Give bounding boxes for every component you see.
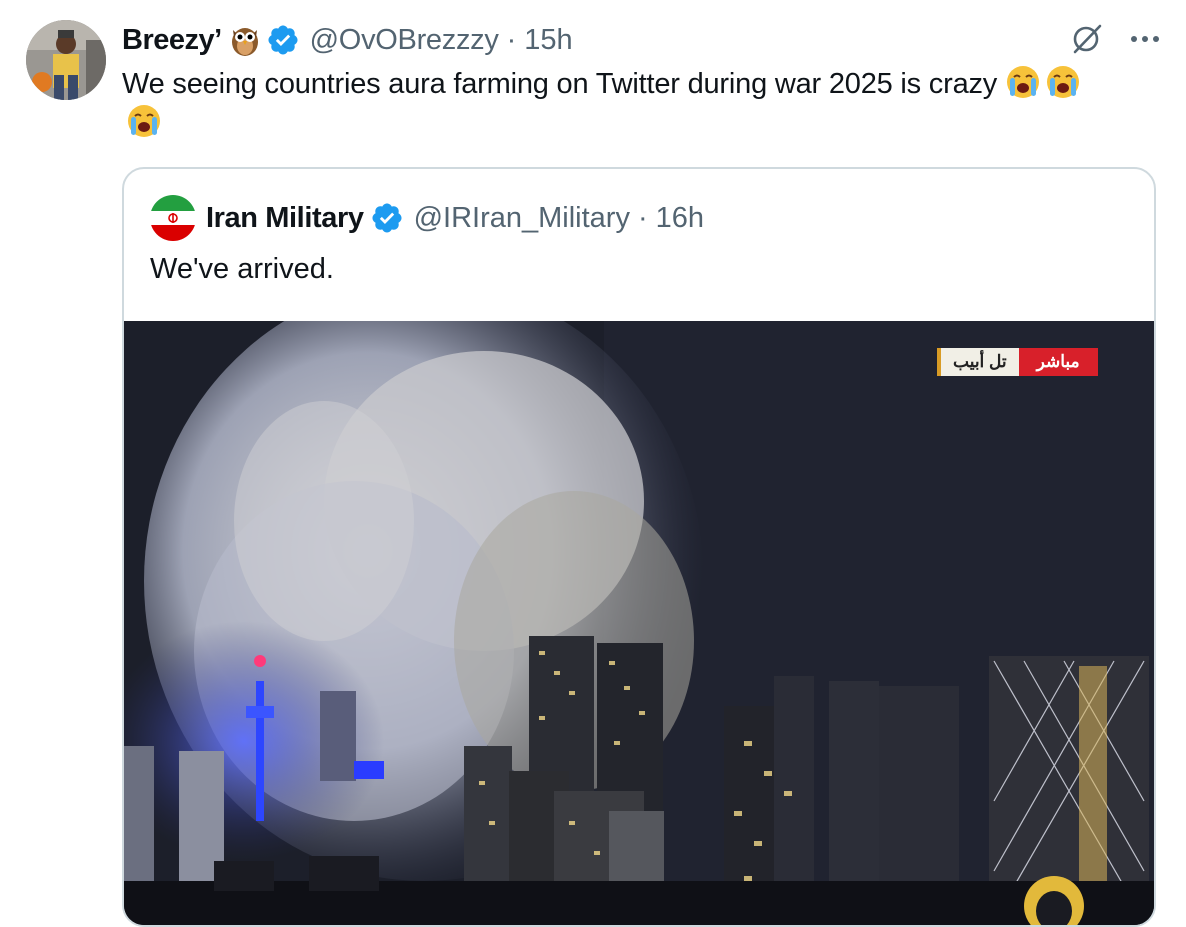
display-name[interactable]: Breezy’ (122, 24, 222, 57)
separator-dot: · (506, 23, 517, 56)
tweet-header: Breezy’ @OvOBrezzzy · 15h (122, 20, 573, 60)
more-icon[interactable] (1130, 34, 1160, 44)
night-city-smoke-photo (124, 321, 1154, 925)
quoted-handle[interactable]: @IRIran_Military (414, 202, 630, 235)
tweet-text: We seeing countries aura farming on Twit… (122, 68, 998, 100)
quoted-media-image[interactable]: تل أبيب مباشر (124, 321, 1154, 925)
verified-badge-icon[interactable] (370, 201, 404, 235)
quoted-tweet-header: Iran Military @IRIran_Military · 16h (150, 195, 704, 241)
separator-dot: · (637, 201, 648, 234)
loudly-crying-face-emoji (128, 105, 160, 137)
owl-emoji (231, 28, 258, 56)
handle[interactable]: @OvOBrezzzy (310, 24, 499, 57)
avatar[interactable] (26, 20, 106, 100)
avatar-photo (26, 20, 106, 100)
quoted-timestamp[interactable]: 16h (656, 202, 704, 235)
grok-icon[interactable] (1070, 22, 1104, 56)
live-badge: تل أبيب مباشر (937, 348, 1098, 376)
timestamp[interactable]: 15h (524, 24, 572, 57)
quoted-avatar[interactable] (150, 195, 196, 241)
tweet-body: We seeing countries aura farming on Twit… (122, 64, 1162, 142)
loudly-crying-face-emoji (1046, 66, 1079, 98)
live-label: مباشر (1018, 348, 1098, 376)
iran-flag-icon (150, 195, 196, 241)
live-city-label: تل أبيب (937, 348, 1019, 376)
tweet-actions-top (1070, 22, 1160, 56)
loudly-crying-face-emoji (1006, 66, 1039, 98)
quoted-display-name[interactable]: Iran Military (206, 202, 364, 235)
quoted-tweet-card[interactable]: Iran Military @IRIran_Military · 16h We'… (122, 167, 1156, 927)
quoted-tweet-text: We've arrived. (150, 253, 334, 285)
verified-badge-icon[interactable] (266, 23, 300, 57)
